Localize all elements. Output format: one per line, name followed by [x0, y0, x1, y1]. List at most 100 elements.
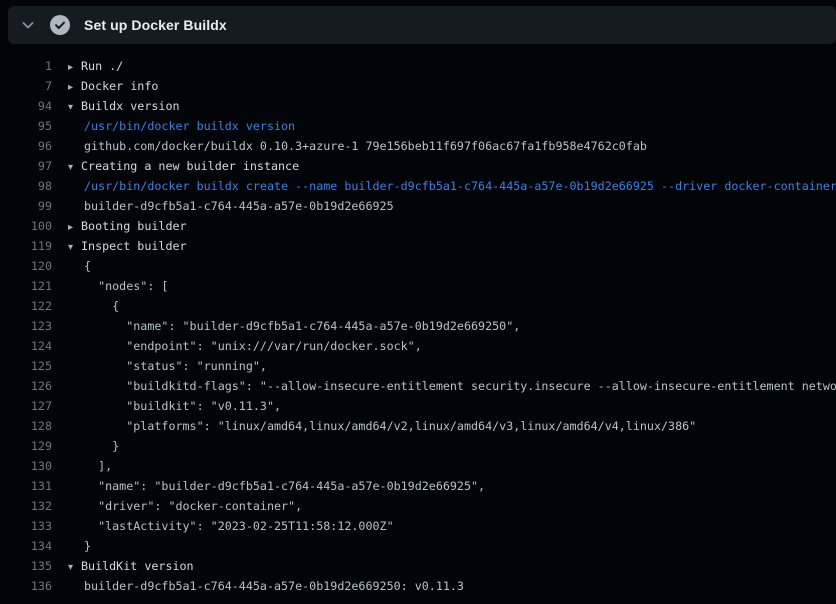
line-number[interactable]: 96	[0, 136, 52, 156]
group-title: Inspect builder	[81, 239, 187, 253]
log-line: 7 ▸Docker info	[0, 76, 836, 96]
log-line: 128 "platforms": "linux/amd64,linux/amd6…	[0, 416, 836, 436]
line-number[interactable]: 123	[0, 316, 52, 336]
step-header[interactable]: Set up Docker Buildx	[8, 6, 836, 44]
log-output-text: }	[68, 436, 119, 456]
log-group-header[interactable]: ▸Run ./	[68, 56, 123, 76]
log-output-text: builder-d9cfb5a1-c764-445a-a57e-0b19d2e6…	[68, 576, 464, 596]
line-number[interactable]: 134	[0, 536, 52, 556]
log-line: 129 }	[0, 436, 836, 456]
log-output-text: "buildkit": "v0.11.3",	[68, 396, 281, 416]
group-expanded-triangle-icon[interactable]: ▾	[68, 158, 81, 176]
log-line: 120 {	[0, 256, 836, 276]
log-line: 1 ▸Run ./	[0, 56, 836, 76]
log-output-text: {	[68, 296, 119, 316]
line-number[interactable]: 130	[0, 456, 52, 476]
line-number[interactable]: 121	[0, 276, 52, 296]
group-title: Creating a new builder instance	[81, 159, 299, 173]
log-line: 131 "name": "builder-d9cfb5a1-c764-445a-…	[0, 476, 836, 496]
log-line: 135 ▾BuildKit version	[0, 556, 836, 576]
log-output-text: "status": "running",	[68, 356, 267, 376]
log-output-text: {	[68, 256, 91, 276]
log-output-text: "nodes": [	[68, 276, 168, 296]
line-number[interactable]: 99	[0, 196, 52, 216]
log-group-header[interactable]: ▾Inspect builder	[68, 236, 187, 256]
log-output-text: "name": "builder-d9cfb5a1-c764-445a-a57e…	[68, 316, 520, 336]
log-output-text: "name": "builder-d9cfb5a1-c764-445a-a57e…	[68, 476, 485, 496]
log-line: 125 "status": "running",	[0, 356, 836, 376]
log-group-header[interactable]: ▸Booting builder	[68, 216, 187, 236]
log-line: 122 {	[0, 296, 836, 316]
group-collapsed-triangle-icon[interactable]: ▸	[68, 58, 81, 76]
group-expanded-triangle-icon[interactable]: ▾	[68, 238, 81, 256]
log-line: 119 ▾Inspect builder	[0, 236, 836, 256]
line-number[interactable]: 100	[0, 216, 52, 236]
group-title: Docker info	[81, 79, 158, 93]
line-number[interactable]: 122	[0, 296, 52, 316]
line-number[interactable]: 1	[0, 56, 52, 76]
log-output-text: ],	[68, 456, 112, 476]
log-line: 126 "buildkitd-flags": "--allow-insecure…	[0, 376, 836, 396]
line-number[interactable]: 95	[0, 116, 52, 136]
line-number[interactable]: 132	[0, 496, 52, 516]
line-number[interactable]: 133	[0, 516, 52, 536]
log-line: 95/usr/bin/docker buildx version	[0, 116, 836, 136]
group-title: BuildKit version	[81, 559, 194, 573]
log-group-header[interactable]: ▾Creating a new builder instance	[68, 156, 299, 176]
log-output-text: }	[68, 536, 91, 556]
log-command-text: /usr/bin/docker buildx version	[68, 116, 295, 136]
log-line: 121 "nodes": [	[0, 276, 836, 296]
line-number[interactable]: 135	[0, 556, 52, 576]
group-title: Buildx version	[81, 99, 180, 113]
status-check-icon	[50, 15, 70, 35]
log-line: 127 "buildkit": "v0.11.3",	[0, 396, 836, 416]
line-number[interactable]: 120	[0, 256, 52, 276]
line-number[interactable]: 126	[0, 376, 52, 396]
log-output-text: "buildkitd-flags": "--allow-insecure-ent…	[68, 376, 836, 396]
group-expanded-triangle-icon[interactable]: ▾	[68, 98, 81, 116]
log-line: 97 ▾Creating a new builder instance	[0, 156, 836, 176]
line-number[interactable]: 94	[0, 96, 52, 116]
log-command-text: /usr/bin/docker buildx create --name bui…	[68, 176, 836, 196]
step-title: Set up Docker Buildx	[84, 17, 227, 33]
log-line: 130 ],	[0, 456, 836, 476]
log-line: 99 builder-d9cfb5a1-c764-445a-a57e-0b19d2…	[0, 196, 836, 216]
log-output-text: builder-d9cfb5a1-c764-445a-a57e-0b19d2e6…	[68, 196, 394, 216]
line-number[interactable]: 124	[0, 336, 52, 356]
line-number[interactable]: 129	[0, 436, 52, 456]
log-line: 100 ▸Booting builder	[0, 216, 836, 236]
log-output-text: "lastActivity": "2023-02-25T11:58:12.000…	[68, 516, 394, 536]
group-title: Booting builder	[81, 219, 187, 233]
log-line: 124 "endpoint": "unix:///var/run/docker.…	[0, 336, 836, 356]
log-output-text: "driver": "docker-container",	[68, 496, 302, 516]
log-group-header[interactable]: ▸Docker info	[68, 76, 158, 96]
chevron-down-icon[interactable]	[20, 17, 36, 33]
log-line: 123 "name": "builder-d9cfb5a1-c764-445a-…	[0, 316, 836, 336]
line-number[interactable]: 127	[0, 396, 52, 416]
log-line: 134}	[0, 536, 836, 556]
log-line: 98/usr/bin/docker buildx create --name b…	[0, 176, 836, 196]
line-number[interactable]: 7	[0, 76, 52, 96]
line-number[interactable]: 97	[0, 156, 52, 176]
workflow-log-viewer: Set up Docker Buildx 1▸Run ./7▸Docker in…	[0, 0, 836, 604]
log-output-text: "endpoint": "unix:///var/run/docker.sock…	[68, 336, 422, 356]
log-group-header[interactable]: ▾Buildx version	[68, 96, 180, 116]
line-number[interactable]: 136	[0, 576, 52, 596]
log-output-text: "platforms": "linux/amd64,linux/amd64/v2…	[68, 416, 696, 436]
line-number[interactable]: 119	[0, 236, 52, 256]
log-line: 132 "driver": "docker-container",	[0, 496, 836, 516]
log-line: 133 "lastActivity": "2023-02-25T11:58:12…	[0, 516, 836, 536]
log-output-text: github.com/docker/buildx 0.10.3+azure-1 …	[68, 136, 647, 156]
group-collapsed-triangle-icon[interactable]: ▸	[68, 78, 81, 96]
line-number[interactable]: 128	[0, 416, 52, 436]
log-line: 94 ▾Buildx version	[0, 96, 836, 116]
log-group-header[interactable]: ▾BuildKit version	[68, 556, 194, 576]
line-number[interactable]: 131	[0, 476, 52, 496]
log-lines: 1▸Run ./7▸Docker info94▾Buildx version95…	[0, 56, 836, 596]
log-line: 96 github.com/docker/buildx 0.10.3+azure-…	[0, 136, 836, 156]
log-line: 136 builder-d9cfb5a1-c764-445a-a57e-0b19d…	[0, 576, 836, 596]
line-number[interactable]: 98	[0, 176, 52, 196]
group-collapsed-triangle-icon[interactable]: ▸	[68, 218, 81, 236]
line-number[interactable]: 125	[0, 356, 52, 376]
group-expanded-triangle-icon[interactable]: ▾	[68, 558, 81, 576]
